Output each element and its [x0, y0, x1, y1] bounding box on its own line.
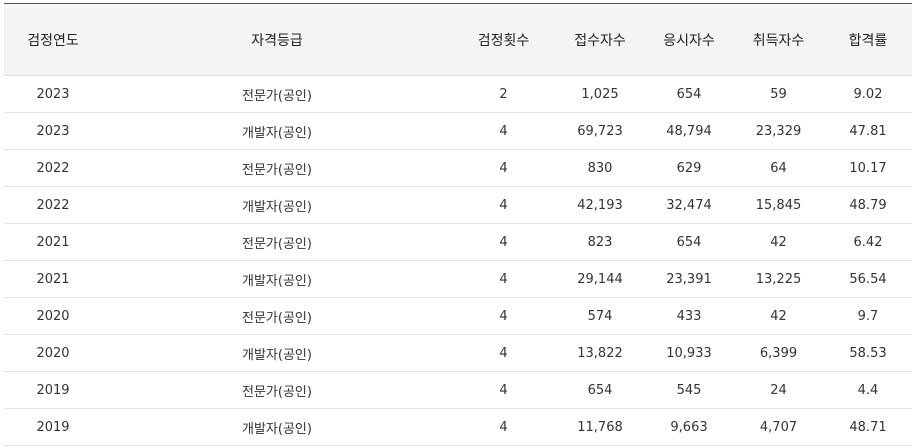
cell-acquirers: 42 [733, 223, 824, 261]
cell-year: 2023 [4, 112, 102, 150]
header-exam-count: 검정횟수 [452, 4, 555, 76]
cell-grade: 전문가(공인) [102, 149, 452, 187]
header-acquirers: 취득자수 [733, 4, 824, 76]
cell-pass-rate: 48.71 [824, 408, 912, 446]
cell-pass-rate: 9.7 [824, 297, 912, 335]
cell-examinees: 9,663 [645, 408, 733, 446]
cell-examinees: 433 [645, 297, 733, 335]
cell-examinees: 654 [645, 75, 733, 113]
cell-acquirers: 59 [733, 75, 824, 113]
cell-acquirers: 4,707 [733, 408, 824, 446]
table-row: 2022 개발자(공인) 4 42,193 32,474 15,845 48.79 [4, 186, 912, 224]
cell-applicants: 42,193 [555, 186, 645, 224]
cell-grade: 개발자(공인) [102, 186, 452, 224]
cell-exam-count: 4 [452, 408, 555, 446]
statistics-table: 검정연도 자격등급 검정횟수 접수자수 응시자수 취득자수 합격률 2023 전문… [4, 4, 912, 446]
cell-pass-rate: 4.4 [824, 371, 912, 409]
cell-exam-count: 4 [452, 112, 555, 150]
cell-exam-count: 4 [452, 223, 555, 261]
header-row: 검정연도 자격등급 검정횟수 접수자수 응시자수 취득자수 합격률 [4, 4, 912, 76]
table-row: 2021 개발자(공인) 4 29,144 23,391 13,225 56.54 [4, 260, 912, 298]
cell-applicants: 1,025 [555, 75, 645, 113]
table-row: 2023 개발자(공인) 4 69,723 48,794 23,329 47.81 [4, 112, 912, 150]
cell-pass-rate: 6.42 [824, 223, 912, 261]
cell-exam-count: 2 [452, 75, 555, 113]
cell-acquirers: 42 [733, 297, 824, 335]
cell-acquirers: 24 [733, 371, 824, 409]
header-grade: 자격등급 [102, 4, 452, 76]
cell-examinees: 545 [645, 371, 733, 409]
cell-acquirers: 13,225 [733, 260, 824, 298]
cell-year: 2019 [4, 371, 102, 409]
cell-exam-count: 4 [452, 371, 555, 409]
cell-grade: 전문가(공인) [102, 75, 452, 113]
cell-grade: 전문가(공인) [102, 223, 452, 261]
cell-grade: 개발자(공인) [102, 112, 452, 150]
cell-acquirers: 6,399 [733, 334, 824, 372]
cell-applicants: 11,768 [555, 408, 645, 446]
table-row: 2021 전문가(공인) 4 823 654 42 6.42 [4, 223, 912, 261]
header-pass-rate: 합격률 [824, 4, 912, 76]
cell-examinees: 32,474 [645, 186, 733, 224]
cell-grade: 개발자(공인) [102, 334, 452, 372]
cell-exam-count: 4 [452, 334, 555, 372]
table-row: 2022 전문가(공인) 4 830 629 64 10.17 [4, 149, 912, 187]
table-row: 2023 전문가(공인) 2 1,025 654 59 9.02 [4, 75, 912, 113]
cell-year: 2021 [4, 260, 102, 298]
cell-year: 2020 [4, 334, 102, 372]
cell-examinees: 10,933 [645, 334, 733, 372]
cell-applicants: 830 [555, 149, 645, 187]
cell-applicants: 654 [555, 371, 645, 409]
cell-acquirers: 15,845 [733, 186, 824, 224]
cell-exam-count: 4 [452, 260, 555, 298]
cell-examinees: 23,391 [645, 260, 733, 298]
cell-acquirers: 64 [733, 149, 824, 187]
table-body: 2023 전문가(공인) 2 1,025 654 59 9.02 2023 개발자(공인) 4 69… [4, 75, 912, 446]
cell-grade: 개발자(공인) [102, 260, 452, 298]
cell-pass-rate: 47.81 [824, 112, 912, 150]
cell-examinees: 629 [645, 149, 733, 187]
cell-year: 2022 [4, 149, 102, 187]
cell-year: 2021 [4, 223, 102, 261]
cell-year: 2019 [4, 408, 102, 446]
cell-grade: 전문가(공인) [102, 371, 452, 409]
cell-pass-rate: 48.79 [824, 186, 912, 224]
cell-grade: 개발자(공인) [102, 408, 452, 446]
cell-year: 2022 [4, 186, 102, 224]
header-year: 검정연도 [4, 4, 102, 76]
table-row: 2020 개발자(공인) 4 13,822 10,933 6,399 58.53 [4, 334, 912, 372]
header-examinees: 응시자수 [645, 4, 733, 76]
cell-examinees: 654 [645, 223, 733, 261]
cell-applicants: 29,144 [555, 260, 645, 298]
cell-acquirers: 23,329 [733, 112, 824, 150]
header-applicants: 접수자수 [555, 4, 645, 76]
cell-exam-count: 4 [452, 297, 555, 335]
cell-pass-rate: 9.02 [824, 75, 912, 113]
cell-applicants: 13,822 [555, 334, 645, 372]
statistics-table-container: 검정연도 자격등급 검정횟수 접수자수 응시자수 취득자수 합격률 2023 전문… [4, 3, 912, 446]
cell-examinees: 48,794 [645, 112, 733, 150]
cell-applicants: 823 [555, 223, 645, 261]
cell-pass-rate: 56.54 [824, 260, 912, 298]
table-header: 검정연도 자격등급 검정횟수 접수자수 응시자수 취득자수 합격률 [4, 4, 912, 76]
cell-grade: 전문가(공인) [102, 297, 452, 335]
table-row: 2020 전문가(공인) 4 574 433 42 9.7 [4, 297, 912, 335]
cell-pass-rate: 58.53 [824, 334, 912, 372]
cell-applicants: 574 [555, 297, 645, 335]
cell-exam-count: 4 [452, 149, 555, 187]
cell-exam-count: 4 [452, 186, 555, 224]
cell-applicants: 69,723 [555, 112, 645, 150]
table-row: 2019 전문가(공인) 4 654 545 24 4.4 [4, 371, 912, 409]
cell-pass-rate: 10.17 [824, 149, 912, 187]
cell-year: 2023 [4, 75, 102, 113]
cell-year: 2020 [4, 297, 102, 335]
table-row: 2019 개발자(공인) 4 11,768 9,663 4,707 48.71 [4, 408, 912, 446]
